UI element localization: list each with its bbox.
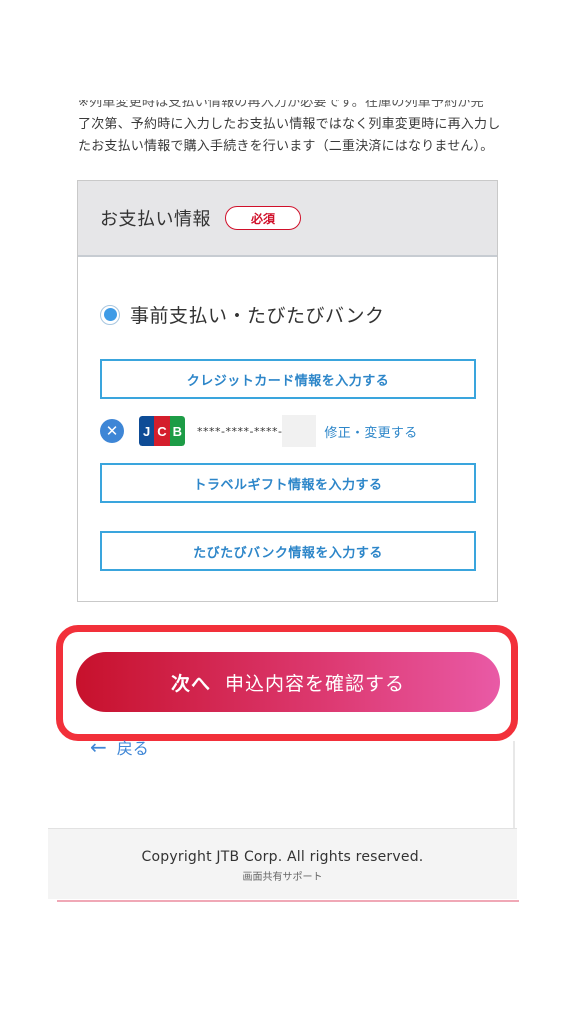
- notice-text: ※列車変更時は支払い情報の再入力が必要です。在庫の列車予約が完 了次第、予約時に…: [78, 100, 508, 158]
- masked-digits: [282, 415, 317, 447]
- next-button-strong: 次へ: [170, 672, 211, 695]
- notice-line: 了次第、予約時に入力したお支払い情報ではなく列車変更時に再入力し: [78, 117, 501, 132]
- notice-line-partial: ※列車変更時は支払い情報の再入力が必要です。在庫の列車予約が完: [78, 100, 484, 110]
- back-link[interactable]: ← 戻る: [90, 735, 149, 759]
- footer: Copyright JTB Corp. All rights reserved.…: [48, 828, 517, 899]
- card-number: ****-****-****-: [197, 424, 283, 438]
- next-button-label: 申込内容を確認する: [225, 672, 406, 695]
- payment-header: お支払い情報 必須: [78, 181, 497, 257]
- jcb-logo-icon: J C B: [139, 416, 185, 446]
- screen-share-support-link[interactable]: 画面共有サポート: [48, 868, 517, 883]
- arrow-left-icon: ←: [90, 735, 107, 759]
- payment-option-prepay[interactable]: 事前支払い・たびたびバンク: [100, 301, 384, 328]
- footer-divider: [57, 900, 519, 902]
- payment-option-label: 事前支払い・たびたびバンク: [130, 305, 385, 327]
- edit-card-link[interactable]: 修正・変更する: [324, 422, 417, 441]
- payment-title: お支払い情報: [100, 209, 211, 230]
- required-badge: 必須: [225, 206, 301, 230]
- remove-card-icon[interactable]: ✕: [100, 419, 124, 443]
- back-label: 戻る: [116, 739, 149, 758]
- enter-tabitabi-bank-button[interactable]: たびたびバンク情報を入力する: [100, 531, 476, 571]
- registered-card-row: ✕ J C B ****-****-****- 修正・変更する: [100, 413, 480, 449]
- page: ※列車変更時は支払い情報の再入力が必要です。在庫の列車予約が完 了次第、予約時に…: [0, 0, 576, 1024]
- copyright-text: Copyright JTB Corp. All rights reserved.: [141, 849, 424, 865]
- notice-line: たお支払い情報で購入手続きを行います（二重決済にはなりません）。: [78, 139, 494, 154]
- next-confirm-button[interactable]: 次へ 申込内容を確認する: [76, 652, 500, 712]
- enter-travel-gift-button[interactable]: トラベルギフト情報を入力する: [100, 463, 476, 503]
- payment-info-card: お支払い情報 必須 事前支払い・たびたびバンク クレジットカード情報を入力する …: [77, 180, 498, 602]
- radio-selected-icon[interactable]: [100, 304, 120, 325]
- enter-credit-card-button[interactable]: クレジットカード情報を入力する: [100, 359, 476, 399]
